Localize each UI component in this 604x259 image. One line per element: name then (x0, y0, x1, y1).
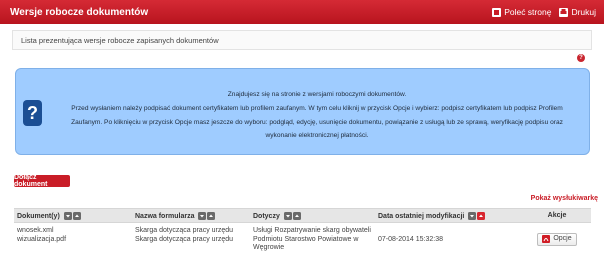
page-description: Lista prezentująca wersje robocze zapisa… (12, 30, 592, 50)
sort-controls (283, 211, 302, 220)
document-link[interactable]: wnosek.xml (17, 227, 129, 236)
recommend-page-button[interactable]: Poleć stronę (492, 7, 551, 17)
column-header-documents[interactable]: Dokument(y) (14, 208, 132, 223)
cell-concerns: Usługi Rozpatrywanie skarg obywateli Pod… (250, 223, 375, 257)
print-label: Drukuj (571, 7, 596, 17)
sort-up-icon-active[interactable] (477, 211, 486, 220)
column-header-form-name[interactable]: Nazwa formularza (132, 208, 250, 223)
recommend-icon (492, 7, 502, 17)
document-link[interactable]: wizualizacja.pdf (17, 236, 129, 245)
options-label: Opcje (553, 235, 572, 242)
sort-down-icon[interactable] (63, 211, 72, 220)
drafts-table: Dokument(y) Nazwa formularza Dotyczy Dat… (14, 208, 591, 257)
info-line: Zaufanym. Po kliknięciu w przycisk Opcje… (71, 118, 563, 126)
sort-up-icon[interactable] (207, 211, 216, 220)
help-icon[interactable]: ? (577, 54, 585, 62)
cell-form-names: Skarga dotycząca pracy urzędu Skarga dot… (132, 223, 250, 257)
options-button[interactable]: Opcje (537, 232, 577, 246)
print-button[interactable]: Drukuj (559, 7, 596, 17)
column-header-concerns[interactable]: Dotyczy (250, 208, 375, 223)
column-header-actions: Akcje (523, 208, 591, 223)
add-document-button[interactable]: Dołącz dokument (14, 174, 70, 188)
info-box: ? Znajdujesz się na stronie z wersjami r… (15, 68, 590, 155)
sort-controls (468, 211, 486, 220)
page-header: Wersje robocze dokumentów Poleć stronę D… (0, 0, 604, 24)
page-title: Wersje robocze dokumentów (10, 6, 149, 18)
cell-modified: 07-08-2014 15:32:38 (378, 235, 443, 243)
sort-up-icon[interactable] (72, 211, 81, 220)
header-actions: Poleć stronę Drukuj (492, 7, 596, 17)
column-header-modified[interactable]: Data ostatniej modyfikacji (375, 208, 523, 223)
sort-down-icon[interactable] (468, 211, 477, 220)
cell-actions: Opcje (523, 223, 591, 257)
sort-controls (198, 211, 216, 220)
info-line: Przed wysłaniem należy podpisać dokument… (71, 104, 563, 112)
column-header-label: Dotyczy (253, 212, 280, 220)
concerns-line: Podmiotu Starostwo Powiatowe w (253, 235, 359, 243)
form-name: Skarga dotycząca pracy urzędu (135, 227, 234, 234)
printer-icon (559, 7, 569, 17)
cell-documents: wnosek.xml wizualizacja.pdf (14, 223, 132, 257)
sort-down-icon[interactable] (283, 211, 292, 220)
table-row: wnosek.xml wizualizacja.pdf Skarga dotyc… (14, 223, 591, 257)
sort-up-icon[interactable] (292, 211, 301, 220)
concerns-line: Węgrowie (253, 244, 285, 251)
form-name: Skarga dotycząca pracy urzędu (135, 235, 234, 243)
question-icon: ? (23, 100, 42, 126)
column-header-label: Data ostatniej modyfikacji (378, 212, 465, 220)
info-line: Znajdujesz się na stronie z wersjami rob… (227, 91, 407, 98)
concerns-line: Usługi Rozpatrywanie skarg obywateli (253, 227, 371, 234)
recommend-label: Poleć stronę (504, 7, 552, 17)
column-header-label: Nazwa formularza (135, 212, 195, 220)
info-text: Znajdujesz się na stronie z wersjami rob… (48, 88, 586, 143)
pdf-icon (542, 235, 551, 244)
show-search-link[interactable]: Pokaż wysłukiwarkę (531, 195, 598, 202)
sort-controls (63, 211, 82, 220)
column-header-label: Dokument(y) (17, 212, 60, 220)
sort-down-icon[interactable] (198, 211, 207, 220)
info-line: wykonanie elektronicznej płatności. (265, 132, 369, 140)
table-header-row: Dokument(y) Nazwa formularza Dotyczy Dat… (14, 208, 591, 223)
